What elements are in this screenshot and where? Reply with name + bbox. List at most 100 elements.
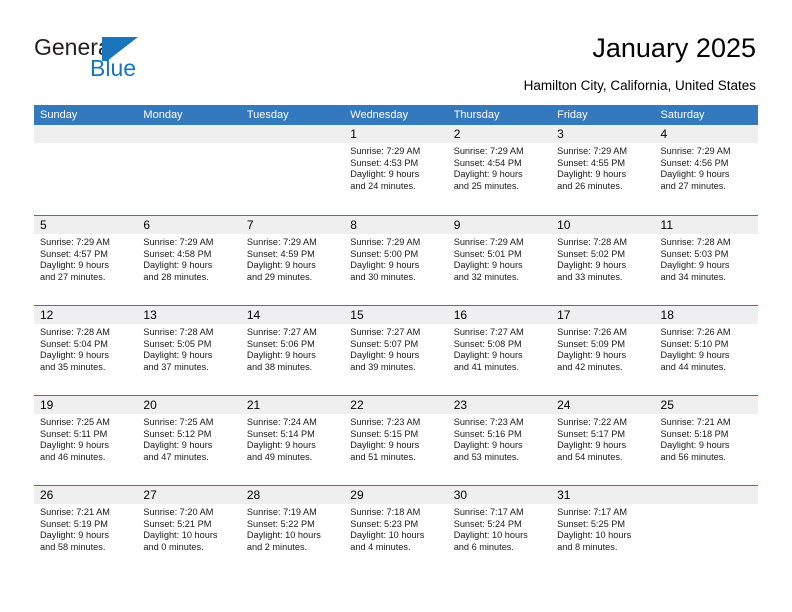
brand-logo[interactable]: General Blue: [34, 34, 264, 90]
daylight-1-text: Daylight: 9 hours: [143, 260, 213, 271]
daylight-2-text: and 35 minutes.: [40, 361, 106, 372]
day-number: 27: [137, 486, 241, 504]
calendar-day-cell[interactable]: 31 Sunrise: 7:17 AM Sunset: 5:25 PM Dayligh…: [551, 486, 655, 575]
sunrise-text: Sunrise: 7:29 AM: [557, 146, 628, 156]
daylight-2-text: and 49 minutes.: [246, 451, 313, 462]
sunrise-text: Sunrise: 7:19 AM: [246, 507, 317, 517]
calendar-day-cell[interactable]: 9 Sunrise: 7:29 AM Sunset: 5:01 PM Daylight…: [447, 216, 552, 305]
calendar-day-cell[interactable]: 21 Sunrise: 7:24 AM Sunset: 5:14 PM Dayligh…: [240, 396, 345, 485]
sun-info: Sunrise: 7:28 AM Sunset: 5:02 PM Daylight:…: [551, 234, 654, 283]
sun-info: Sunrise: 7:29 AM Sunset: 4:58 PM Daylight:…: [137, 234, 240, 283]
calendar-day-cell[interactable]: 26 Sunrise: 7:21 AM Sunset: 5:19 PM Dayligh…: [34, 486, 138, 575]
day-header-friday: Friday: [557, 109, 588, 121]
calendar-day-cell[interactable]: 22 Sunrise: 7:23 AM Sunset: 5:15 PM Dayligh…: [344, 396, 448, 485]
day-number: 31: [551, 486, 655, 504]
calendar-day-cell[interactable]: 15 Sunrise: 7:27 AM Sunset: 5:07 PM Dayligh…: [344, 306, 448, 395]
daylight-2-text: and 39 minutes.: [350, 361, 416, 372]
daylight-2-text: and 2 minutes.: [246, 541, 308, 552]
daylight-1-text: Daylight: 9 hours: [246, 260, 316, 271]
calendar-day-cell[interactable]: 19 Sunrise: 7:25 AM Sunset: 5:11 PM Dayligh…: [34, 396, 138, 485]
sunrise-text: Sunrise: 7:26 AM: [660, 327, 731, 337]
sunset-text: Sunset: 5:03 PM: [660, 248, 729, 259]
daylight-1-text: Daylight: 9 hours: [143, 440, 213, 451]
sunrise-text: Sunrise: 7:29 AM: [246, 237, 317, 247]
calendar-day-cell[interactable]: 7 Sunrise: 7:29 AM Sunset: 4:59 PM Daylight…: [240, 216, 345, 305]
sunrise-text: Sunrise: 7:28 AM: [143, 327, 214, 337]
sunset-text: Sunset: 5:10 PM: [660, 338, 729, 349]
sunrise-text: Sunrise: 7:25 AM: [40, 417, 110, 427]
daylight-2-text: and 24 minutes.: [350, 180, 416, 191]
sunset-text: Sunset: 4:57 PM: [40, 248, 108, 259]
daylight-1-text: Daylight: 9 hours: [453, 169, 523, 180]
day-number: 12: [34, 306, 138, 324]
daylight-2-text: and 53 minutes.: [453, 451, 520, 462]
calendar-day-cell[interactable]: 16 Sunrise: 7:27 AM Sunset: 5:08 PM Dayligh…: [447, 306, 552, 395]
calendar-day-cell[interactable]: 30 Sunrise: 7:17 AM Sunset: 5:24 PM Dayligh…: [447, 486, 552, 575]
sunset-text: Sunset: 5:06 PM: [246, 338, 315, 349]
calendar-day-cell[interactable]: 10 Sunrise: 7:28 AM Sunset: 5:02 PM Dayligh…: [551, 216, 655, 305]
sun-info: Sunrise: 7:23 AM Sunset: 5:16 PM Daylight:…: [448, 414, 551, 463]
calendar-day-cell[interactable]: 5 Sunrise: 7:29 AM Sunset: 4:57 PM Daylight…: [34, 216, 138, 305]
calendar-day-cell[interactable]: 20 Sunrise: 7:25 AM Sunset: 5:12 PM Dayligh…: [137, 396, 241, 485]
sunset-text: Sunset: 5:15 PM: [350, 428, 419, 439]
sun-info: Sunrise: 7:29 AM Sunset: 4:59 PM Daylight:…: [241, 234, 344, 283]
sunrise-text: Sunrise: 7:23 AM: [350, 417, 421, 427]
daylight-1-text: Daylight: 9 hours: [40, 350, 109, 361]
sunset-text: Sunset: 5:07 PM: [350, 338, 419, 349]
daylight-1-text: Daylight: 10 hours: [143, 530, 218, 541]
calendar-day-cell[interactable]: 23 Sunrise: 7:23 AM Sunset: 5:16 PM Dayligh…: [447, 396, 552, 485]
daylight-2-text: and 34 minutes.: [660, 271, 726, 282]
calendar-day-cell[interactable]: 27 Sunrise: 7:20 AM Sunset: 5:21 PM Dayligh…: [137, 486, 241, 575]
sunrise-text: Sunrise: 7:21 AM: [40, 507, 110, 517]
calendar-cell-empty: [137, 125, 241, 215]
daylight-2-text: and 51 minutes.: [350, 451, 416, 462]
calendar-day-cell[interactable]: 4 Sunrise: 7:29 AM Sunset: 4:56 PM Daylight…: [654, 125, 758, 215]
calendar-day-cell[interactable]: 2 Sunrise: 7:29 AM Sunset: 4:54 PM Daylight…: [447, 125, 552, 215]
sunset-text: Sunset: 4:53 PM: [350, 157, 419, 168]
day-of-week-header-row: Sunday Monday Tuesday Wednesday Thursday Frid…: [34, 105, 758, 125]
day-number: 16: [447, 306, 552, 324]
day-number: 5: [34, 216, 138, 234]
sunrise-text: Sunrise: 7:23 AM: [453, 417, 524, 427]
sunset-text: Sunset: 5:08 PM: [453, 338, 522, 349]
day-number: 22: [344, 396, 448, 414]
daylight-1-text: Daylight: 9 hours: [350, 260, 420, 271]
calendar-day-cell[interactable]: 28 Sunrise: 7:19 AM Sunset: 5:22 PM Dayligh…: [240, 486, 345, 575]
brand-name-blue: Blue: [90, 55, 137, 81]
calendar-day-cell[interactable]: 29 Sunrise: 7:18 AM Sunset: 5:23 PM Dayligh…: [344, 486, 448, 575]
calendar-day-cell[interactable]: 13 Sunrise: 7:28 AM Sunset: 5:05 PM Dayligh…: [137, 306, 241, 395]
sun-info: Sunrise: 7:22 AM Sunset: 5:17 PM Daylight:…: [551, 414, 654, 463]
calendar-day-cell[interactable]: 11 Sunrise: 7:28 AM Sunset: 5:03 PM Dayligh…: [654, 216, 758, 305]
sunset-text: Sunset: 4:55 PM: [557, 157, 626, 168]
sun-info: Sunrise: 7:27 AM Sunset: 5:06 PM Daylight:…: [241, 324, 344, 373]
daylight-2-text: and 4 minutes.: [350, 541, 411, 552]
calendar-day-cell[interactable]: 12 Sunrise: 7:28 AM Sunset: 5:04 PM Dayligh…: [34, 306, 138, 395]
calendar-grid: Sunday Monday Tuesday Wednesday Thursday Frid…: [34, 105, 758, 575]
sunrise-text: Sunrise: 7:18 AM: [350, 507, 421, 517]
calendar-day-cell[interactable]: 17 Sunrise: 7:26 AM Sunset: 5:09 PM Dayligh…: [551, 306, 655, 395]
calendar-day-cell[interactable]: 1 Sunrise: 7:29 AM Sunset: 4:53 PM Daylight…: [344, 125, 448, 215]
calendar-week-row: 1 Sunrise: 7:29 AM Sunset: 4:53 PM Daylight…: [34, 125, 758, 215]
sun-info: Sunrise: 7:29 AM Sunset: 4:56 PM Daylight:…: [655, 143, 758, 192]
daylight-1-text: Daylight: 10 hours: [246, 530, 321, 541]
calendar-cell-empty: [240, 125, 345, 215]
daylight-1-text: Daylight: 9 hours: [350, 169, 420, 180]
calendar-day-cell[interactable]: 18 Sunrise: 7:26 AM Sunset: 5:10 PM Dayligh…: [654, 306, 758, 395]
daylight-1-text: Daylight: 9 hours: [453, 440, 523, 451]
calendar-week-row: 19 Sunrise: 7:25 AM Sunset: 5:11 PM Dayligh…: [34, 395, 758, 485]
sunset-text: Sunset: 5:22 PM: [246, 518, 315, 529]
day-number: 9: [447, 216, 552, 234]
calendar-day-cell[interactable]: 6 Sunrise: 7:29 AM Sunset: 4:58 PM Daylight…: [137, 216, 241, 305]
calendar-day-cell[interactable]: 8 Sunrise: 7:29 AM Sunset: 5:00 PM Daylight…: [344, 216, 448, 305]
day-number: [654, 486, 758, 504]
sunrise-text: Sunrise: 7:21 AM: [660, 417, 731, 427]
calendar-day-cell[interactable]: 3 Sunrise: 7:29 AM Sunset: 4:55 PM Daylight…: [551, 125, 655, 215]
sun-info: Sunrise: 7:21 AM Sunset: 5:18 PM Daylight:…: [655, 414, 758, 463]
sunset-text: Sunset: 5:16 PM: [453, 428, 522, 439]
calendar-day-cell[interactable]: 24 Sunrise: 7:22 AM Sunset: 5:17 PM Dayligh…: [551, 396, 655, 485]
calendar-day-cell[interactable]: 14 Sunrise: 7:27 AM Sunset: 5:06 PM Dayligh…: [240, 306, 345, 395]
sunset-text: Sunset: 5:18 PM: [660, 428, 729, 439]
sunrise-text: Sunrise: 7:29 AM: [350, 237, 421, 247]
calendar-day-cell[interactable]: 25 Sunrise: 7:21 AM Sunset: 5:18 PM Dayligh…: [654, 396, 758, 485]
daylight-2-text: and 25 minutes.: [453, 180, 520, 191]
